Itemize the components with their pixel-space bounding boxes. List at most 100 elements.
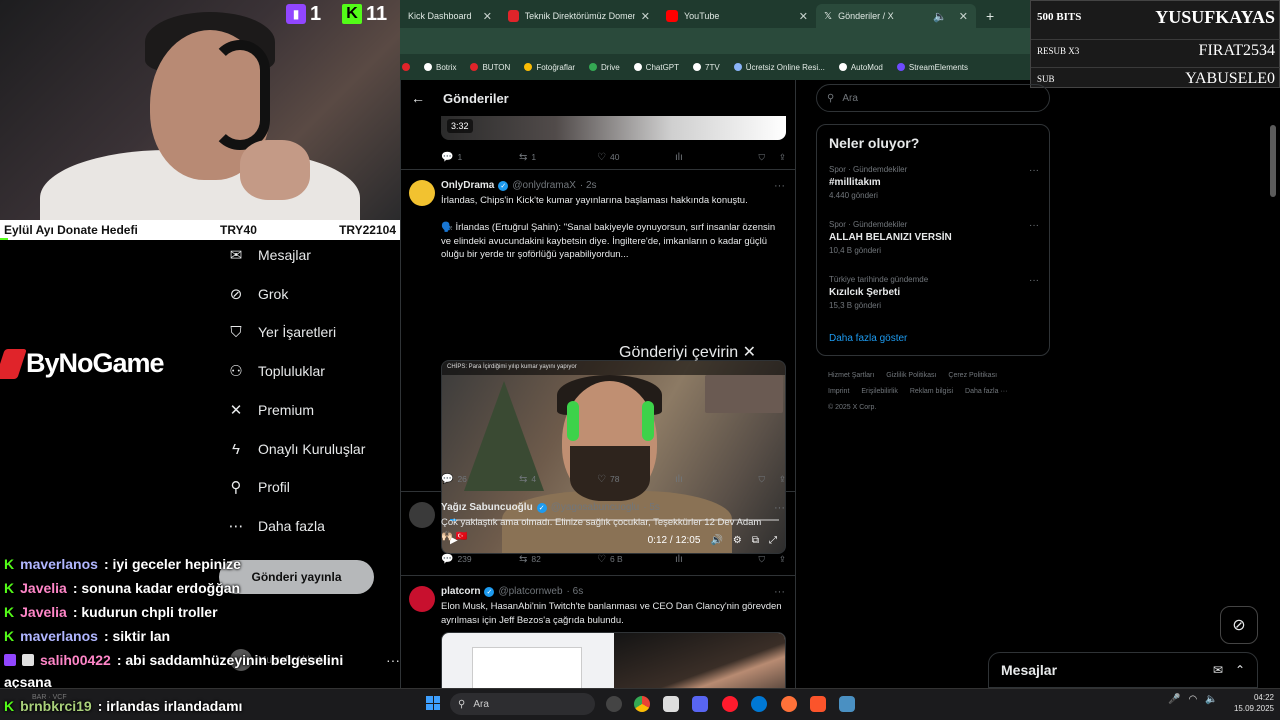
- bookmark-7tv[interactable]: 7TV: [693, 63, 720, 72]
- show-more-link[interactable]: Daha fazla göster: [829, 333, 907, 344]
- browser-tab-strip: Kick Dashboard ✕ Teknik Direktörümüz Dom…: [400, 0, 1030, 28]
- post-media-partial[interactable]: [441, 116, 786, 140]
- taskbar-clock[interactable]: 04:22 15.09.2025: [1224, 692, 1274, 714]
- views-button[interactable]: ılı: [675, 554, 753, 565]
- x-logo-icon: ✕: [229, 402, 243, 419]
- more-icon[interactable]: ···: [1029, 165, 1039, 176]
- nav-profile[interactable]: ⚲ Profil: [228, 472, 290, 502]
- bookmark-streamelements[interactable]: StreamElements: [896, 63, 968, 72]
- address-bar[interactable]: [400, 28, 1030, 54]
- grok-button[interactable]: ⊘: [1220, 606, 1258, 644]
- close-icon[interactable]: ✕: [641, 10, 650, 23]
- discord-icon[interactable]: [692, 696, 708, 712]
- volume-icon[interactable]: 🔈: [1205, 694, 1217, 705]
- new-message-icon[interactable]: ✉: [1213, 663, 1223, 677]
- taskbar-search[interactable]: ⚲ Ara: [450, 693, 595, 715]
- mute-icon[interactable]: 🔈: [933, 10, 947, 23]
- post-button[interactable]: Gönderi yayınla: [219, 560, 374, 594]
- more-icon[interactable]: ···: [774, 180, 785, 192]
- brave-icon[interactable]: [810, 696, 826, 712]
- video-caption: CHİPS: Para İçirdiğimi yılıp kumar yayın…: [442, 361, 785, 375]
- repost-button[interactable]: ⇆ 4: [519, 474, 597, 485]
- nav-bookmarks[interactable]: ⛉ Yer İşaretleri: [228, 317, 336, 347]
- footer-links: Hizmet Şartları Gizlilik Politikası Çere…: [828, 372, 1008, 411]
- more-icon[interactable]: ···: [1029, 220, 1039, 231]
- bookmark-icon[interactable]: ⛉: [758, 474, 764, 485]
- bookmark-botrix[interactable]: Botrix: [424, 63, 456, 72]
- like-button[interactable]: ♡ 40: [597, 152, 675, 163]
- avatar[interactable]: [409, 586, 435, 612]
- repost-button[interactable]: ⇆ 82: [519, 554, 597, 565]
- messages-drawer[interactable]: Mesajlar ✉ ⌃: [988, 652, 1258, 688]
- microphone-icon[interactable]: 🎤: [1168, 694, 1180, 705]
- file-explorer-icon[interactable]: [663, 696, 679, 712]
- nav-grok[interactable]: ⊘ Grok: [228, 279, 289, 309]
- timeline-header: ← Gönderiler: [401, 80, 795, 116]
- communities-icon: ⚇: [229, 363, 243, 380]
- trend-item[interactable]: Spor · Gündemdekiler ALLAH BELANIZI VERS…: [829, 220, 1039, 255]
- nav-verified-orgs[interactable]: ϟ Onaylı Kuruluşlar: [228, 434, 365, 464]
- tab-youtube[interactable]: YouTube ✕: [658, 4, 816, 28]
- chrome-icon[interactable]: [634, 696, 650, 712]
- bookmark-icon[interactable]: ⛉: [758, 152, 764, 163]
- tab-kick-dashboard[interactable]: Kick Dashboard ✕: [400, 4, 500, 28]
- automod-icon: [838, 63, 847, 71]
- more-icon[interactable]: ···: [1029, 275, 1039, 286]
- reply-button[interactable]: 💬 1: [441, 152, 519, 163]
- back-arrow-icon[interactable]: ←: [411, 90, 425, 106]
- bookmark-photos[interactable]: Fotoğraflar: [524, 63, 575, 72]
- share-icon[interactable]: ⇪: [779, 474, 786, 485]
- like-button[interactable]: ♡ 78: [597, 474, 675, 485]
- tab-domenico[interactable]: Teknik Direktörümüz Domenico ✕: [500, 4, 658, 28]
- repost-icon: ⇆: [519, 473, 528, 485]
- more-icon[interactable]: ···: [774, 502, 785, 514]
- edge-icon[interactable]: [751, 696, 767, 712]
- windows-start-icon[interactable]: [426, 696, 440, 710]
- more-icon: ···: [386, 652, 400, 668]
- nav-more[interactable]: ⋯ Daha fazla: [228, 511, 325, 541]
- app-icon[interactable]: [839, 696, 855, 712]
- alert-resub: RESUB X3 FIRAT2534: [1031, 39, 1280, 61]
- views-button[interactable]: ılı: [675, 474, 753, 485]
- tab-x-posts[interactable]: 𝕏 Gönderiler / X 🔈 ✕: [816, 4, 976, 28]
- repost-button[interactable]: ⇆ 1: [519, 152, 597, 163]
- firefox-icon[interactable]: [781, 696, 797, 712]
- bookmark-chatgpt[interactable]: ChatGPT: [633, 63, 679, 72]
- close-icon[interactable]: ✕: [743, 344, 756, 361]
- close-icon[interactable]: ✕: [483, 10, 492, 23]
- opera-icon[interactable]: [722, 696, 738, 712]
- chevron-up-icon[interactable]: ⌃: [1235, 663, 1245, 677]
- avatar[interactable]: [409, 502, 435, 528]
- share-icon[interactable]: ⇪: [779, 152, 786, 163]
- close-icon[interactable]: ✕: [959, 10, 968, 23]
- close-icon[interactable]: ✕: [799, 10, 808, 23]
- post-image[interactable]: [441, 632, 786, 688]
- bookmark-resize[interactable]: Ücretsiz Online Resi...: [733, 63, 825, 72]
- bookmark-drive[interactable]: Drive: [589, 63, 620, 72]
- nav-messages[interactable]: ✉ Mesajlar: [228, 240, 311, 270]
- bookmark-icon[interactable]: ⛉: [758, 554, 764, 565]
- translate-chip[interactable]: Gönderiyi çevirin ✕: [619, 342, 756, 362]
- views-button[interactable]: ılı: [675, 152, 753, 163]
- search-input[interactable]: ⚲ Ara: [816, 84, 1050, 112]
- scrollbar[interactable]: [1270, 125, 1276, 197]
- new-tab-button[interactable]: +: [978, 4, 1002, 28]
- nav-communities[interactable]: ⚇ Topluluklar: [228, 356, 325, 386]
- avatar[interactable]: [409, 180, 435, 206]
- reply-button[interactable]: 💬 239: [441, 554, 519, 565]
- post-yagiz[interactable]: Yağız Sabuncuoğlu ✓ @yagosabuncuoglu · 5…: [401, 492, 795, 576]
- share-icon[interactable]: ⇪: [779, 554, 786, 565]
- bookmark-ext-1[interactable]: [402, 63, 410, 71]
- wifi-icon[interactable]: ◠: [1188, 694, 1197, 705]
- like-button[interactable]: ♡ 6 B: [597, 554, 675, 565]
- task-view-icon[interactable]: [606, 696, 622, 712]
- nav-premium[interactable]: ✕ Premium: [228, 395, 314, 425]
- trend-item[interactable]: Türkiye tarihinde gündemde Kızılcık Şerb…: [829, 275, 1039, 310]
- donate-goal-bar: Eylül Ayı Donate Hedefi TRY40 TRY22104: [0, 220, 400, 240]
- trend-item[interactable]: Spor · Gündemdekiler #millitakım 4.440 g…: [829, 165, 1039, 200]
- more-icon[interactable]: ···: [774, 586, 785, 598]
- bookmark-buton[interactable]: BUTON: [470, 63, 510, 72]
- reply-button[interactable]: 💬 26: [441, 474, 519, 485]
- post-onlydrama[interactable]: OnlyDrama ✓ @onlydramaX · 2s ··· İrlanda…: [401, 170, 795, 554]
- bookmark-automod[interactable]: AutoMod: [838, 63, 883, 72]
